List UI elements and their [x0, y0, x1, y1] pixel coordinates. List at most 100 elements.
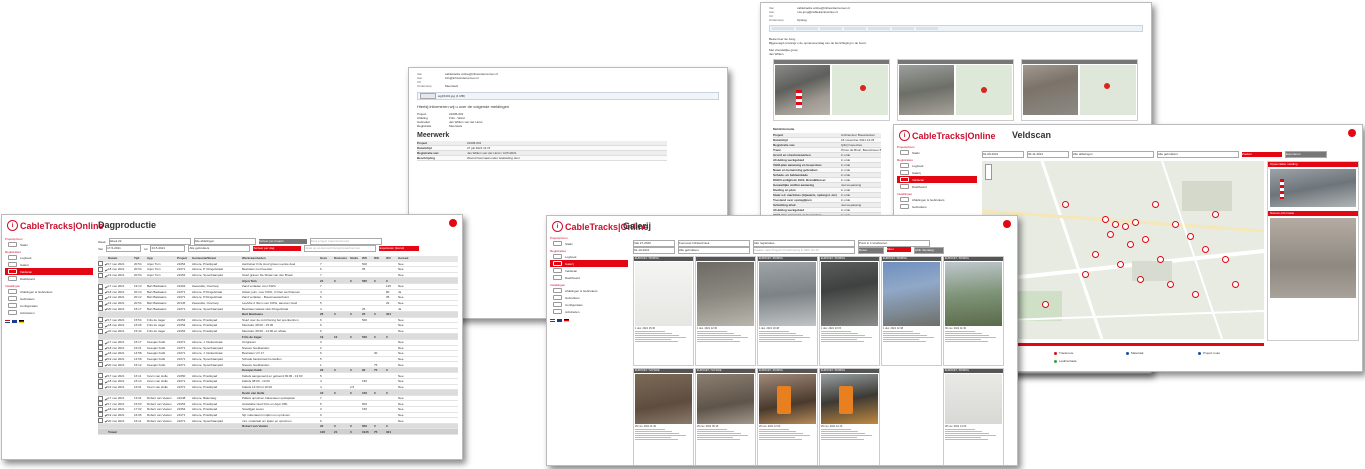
brand-logo[interactable]: i CableTracks|Online [7, 220, 104, 231]
column-header[interactable]: WS [362, 256, 374, 260]
column-header[interactable]: Gemeente/Straat [192, 256, 242, 260]
export-excel-button[interactable]: Exporteren (Excel) [379, 246, 420, 251]
project-select[interactable]: Puntt in it Vowboeren [858, 240, 930, 247]
gallery-card[interactable]: EUROKET / BORING 28 nov. 2021 14:20 [943, 368, 1004, 465]
photo-card[interactable] [773, 59, 890, 121]
map-marker-icon[interactable] [1092, 251, 1099, 258]
map-marker-icon[interactable] [1122, 223, 1129, 230]
flag-de-icon[interactable] [564, 319, 569, 322]
column-header[interactable]: Tijd [134, 256, 147, 260]
map-marker-icon[interactable] [1212, 211, 1219, 218]
date-from-input[interactable]: 01-09-2021 [982, 150, 1024, 158]
work-search-input[interactable]: Zoek op werkomschrijving/straat/nummer [304, 245, 377, 252]
gallery-card[interactable]: EUROKET / BORING 29 nov. 2021 12:00 [757, 368, 818, 465]
checkbox-icon[interactable] [98, 412, 103, 418]
sidebar-item-galerij[interactable]: Galerij [897, 169, 977, 176]
attachments-bar[interactable]: wg15401.jpg (1 MB) [417, 92, 719, 100]
card-photo[interactable] [821, 374, 878, 424]
user-select[interactable]: Alle gebruikers [1157, 150, 1239, 158]
date-from-input[interactable]: 01-10-2021 [633, 247, 675, 254]
sidebar-item-dashboard[interactable]: Dashboard [5, 275, 93, 282]
sidebar-setting-item[interactable]: Configuraties [550, 301, 628, 308]
user-menu-icon[interactable] [1003, 220, 1011, 228]
department-select[interactable]: Alle afdelingen [1072, 150, 1154, 158]
attachments-bar[interactable] [769, 25, 1143, 32]
date-to-input[interactable]: 30-11-2021 [1027, 150, 1069, 158]
reset-button[interactable]: Reset [858, 247, 884, 254]
column-header[interactable]: Drukomv [334, 256, 350, 260]
column-header[interactable]: Werkzaamheden [242, 256, 320, 260]
more-button[interactable]: Meer [887, 247, 911, 252]
project-selector[interactable]: Stadn [550, 240, 628, 247]
flag-de-icon[interactable] [19, 320, 24, 323]
sidebar-setting-item[interactable]: Activiteiten [5, 309, 93, 316]
map-marker-icon[interactable] [1117, 261, 1124, 268]
search-input[interactable]: Zoeken naar Project/ Omschrijving in ABC… [753, 247, 855, 254]
brand-logo[interactable]: i CableTracks|Online [899, 130, 996, 141]
week-select[interactable]: Vak 27-2020 [633, 240, 675, 247]
column-header[interactable]: WV [386, 256, 398, 260]
project-selector[interactable]: Stadn [897, 149, 977, 156]
map-marker-icon[interactable] [1102, 216, 1109, 223]
user-menu-icon[interactable] [1348, 129, 1356, 137]
map-marker-icon[interactable] [1167, 281, 1174, 288]
sidebar-item-dashboard[interactable]: Dashboard [550, 274, 628, 281]
language-flags[interactable] [5, 320, 93, 323]
gallery-card[interactable]: EUROKET / BORING 1 dec. 2021 10:48 [757, 256, 818, 366]
sidebar-setting-item[interactable]: Afdelingen & Gebruikers [550, 287, 628, 294]
checkbox-icon[interactable] [98, 356, 103, 362]
type-select[interactable]: Foonvoel Infratechniek [678, 240, 750, 247]
card-photo[interactable] [759, 374, 816, 424]
card-photo[interactable] [759, 262, 816, 326]
gallery-card[interactable]: EUROKET / SCHADE 29 nov. 2021 09:15 [695, 368, 756, 465]
photo-card[interactable] [1021, 59, 1138, 121]
user-select[interactable]: Alle gebruikers [678, 247, 750, 254]
map-marker-icon[interactable] [1157, 256, 1164, 263]
map-marker-icon[interactable] [1142, 236, 1149, 243]
card-photo[interactable] [635, 262, 692, 326]
sidebar-item-veldscan[interactable]: Veldscan [5, 268, 93, 275]
column-header[interactable]: Project [177, 256, 192, 260]
gallery-card[interactable]: EUROKET / BORING 30 nov. 2021 11:30 [943, 256, 1004, 366]
checkbox-icon[interactable] [98, 261, 103, 267]
project-search-input[interactable]: Zoek project (naam/nummer) [309, 238, 382, 245]
sidebar-setting-item[interactable]: Afdelingen & Gebruikers [897, 196, 977, 203]
gallery-card[interactable]: EUROKET / BORING 1 dec. 2021 15:40 [633, 256, 694, 366]
card-photo[interactable] [697, 262, 754, 326]
export-button[interactable]: Afrik Vandaag [914, 247, 944, 254]
sidebar-item-galerij[interactable]: Galerij [550, 260, 628, 267]
column-header[interactable]: Stuks [350, 256, 362, 260]
sidebar-setting-item[interactable]: Gebruikers [550, 294, 628, 301]
card-photo[interactable] [945, 374, 1002, 424]
sort-project-button[interactable]: Sorteer per project [258, 239, 307, 244]
project-selector[interactable]: Stadn [5, 241, 93, 248]
gallery-card[interactable]: EUROKET / BORING 29 nov. 2021 12:10 [819, 368, 880, 465]
sidebar-setting-item[interactable]: Gebruikers [5, 295, 93, 302]
flag-nl-icon[interactable] [550, 319, 555, 322]
flag-en-icon[interactable] [12, 320, 17, 323]
zoom-control[interactable] [985, 164, 992, 180]
sidebar-item-veldscan[interactable]: Veldscan [897, 176, 977, 183]
map-marker-icon[interactable] [1192, 291, 1199, 298]
map-marker-icon[interactable] [1112, 221, 1119, 228]
card-photo[interactable] [635, 374, 692, 424]
reply-button[interactable] [420, 93, 436, 99]
map-marker-icon[interactable] [1202, 246, 1209, 253]
timeline-bar[interactable] [982, 343, 1264, 346]
map-marker-icon[interactable] [1062, 201, 1069, 208]
sidebar-setting-item[interactable]: Afdelingen & Gebruikers [5, 288, 93, 295]
column-header[interactable]: App [147, 256, 177, 260]
gallery-card[interactable]: 1 dec. 2021 12:30 [695, 256, 756, 366]
map-marker-icon[interactable] [1132, 219, 1139, 226]
user-menu-icon[interactable] [449, 219, 457, 227]
column-header[interactable]: Gereed [398, 256, 414, 260]
map-view[interactable] [981, 160, 1265, 340]
map-marker-icon[interactable] [1222, 256, 1229, 263]
gallery-card[interactable]: EUROKET / SCHADE 29 nov. 2021 11:40 [633, 368, 694, 465]
attachment-file[interactable]: wg15401.jpg (1 MB) [438, 94, 465, 98]
flag-nl-icon[interactable] [5, 320, 10, 323]
flag-en-icon[interactable] [557, 319, 562, 322]
map-marker-icon[interactable] [1082, 271, 1089, 278]
photo-card[interactable] [897, 59, 1014, 121]
sidebar-item-veldscan[interactable]: Veldscan [550, 267, 628, 274]
